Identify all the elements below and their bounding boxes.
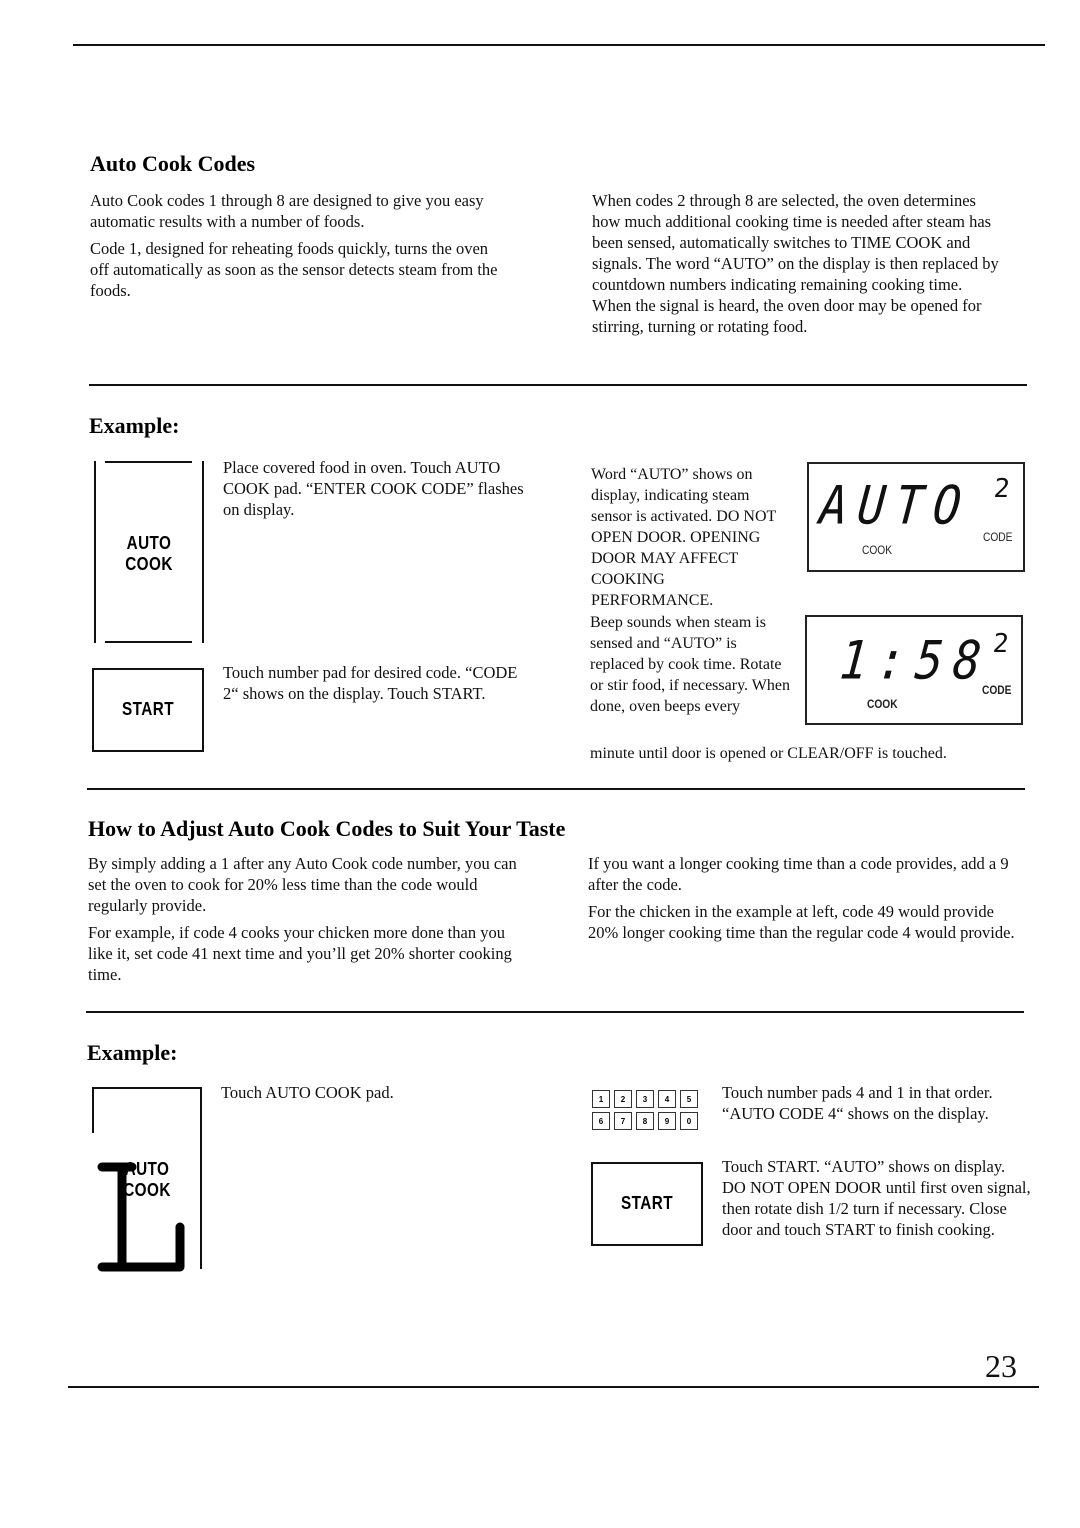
display-code-digit: 2 [991, 629, 1011, 659]
auto-cook-codes-left-column: Auto Cook codes 1 through 8 are designed… [90, 190, 510, 301]
display-code-label: CODE [982, 683, 1012, 697]
section-divider [89, 384, 1027, 386]
auto-cook-pad[interactable]: AUTO COOK [92, 1087, 202, 1272]
paragraph: For the chicken in the example at left, … [588, 902, 1015, 942]
number-key[interactable]: 2 [614, 1090, 632, 1108]
pad-label-line: COOK [125, 554, 173, 574]
start-pad-label: START [620, 1193, 673, 1213]
example1-step2-text: Touch number pad for desired code. “CODE… [223, 663, 518, 703]
number-key[interactable]: 8 [636, 1112, 654, 1130]
display-code-digit: 2 [992, 474, 1012, 504]
adjust-heading: How to Adjust Auto Cook Codes to Suit Yo… [88, 816, 566, 841]
finger-press-icon [97, 1162, 185, 1272]
example1-step4-text: Beep sounds when steam is sensed and “AU… [590, 614, 790, 715]
number-key[interactable]: 0 [680, 1112, 698, 1130]
section-divider [86, 1011, 1024, 1013]
start-pad[interactable]: START [92, 668, 204, 752]
start-pad[interactable]: START [591, 1162, 703, 1246]
paragraph: Code 1, designed for reheating foods qui… [90, 239, 498, 300]
paragraph: Auto Cook codes 1 through 8 are designed… [90, 191, 484, 231]
example-heading: Example: [87, 1040, 178, 1065]
pad-border-right [202, 461, 204, 643]
example2-step1-text: Touch AUTO COOK pad. [221, 1083, 394, 1102]
start-pad-label: START [121, 699, 174, 719]
auto-cook-pad-label: AUTO COOK [102, 533, 196, 575]
example-heading: Example: [89, 413, 180, 438]
number-key[interactable]: 1 [592, 1090, 610, 1108]
example2-step3-text: Touch START. “AUTO” shows on display. DO… [722, 1157, 1031, 1239]
paragraph: For example, if code 4 cooks your chicke… [88, 923, 512, 984]
auto-cook-codes-heading: Auto Cook Codes [90, 151, 256, 176]
example1-step1-text: Place covered food in oven. Touch AUTO C… [223, 458, 524, 519]
number-key[interactable]: 7 [614, 1112, 632, 1130]
adjust-right-column: If you want a longer cooking time than a… [588, 853, 1028, 943]
display-cook-label: COOK [862, 543, 893, 557]
paragraph: When codes 2 through 8 are selected, the… [592, 191, 999, 336]
example1-step4-text-tail: minute until door is opened or CLEAR/OFF… [590, 745, 947, 762]
pad-label-line: AUTO [126, 533, 172, 553]
paragraph: By simply adding a 1 after any Auto Cook… [88, 854, 517, 915]
display-main-text: 1:58 [837, 629, 994, 692]
page-number: 23 [985, 1348, 1017, 1384]
auto-cook-pad[interactable]: AUTO COOK [94, 461, 204, 643]
adjust-left-column: By simply adding a 1 after any Auto Cook… [88, 853, 528, 985]
example2-step2-text: Touch number pads 4 and 1 in that order.… [722, 1083, 993, 1123]
display-code-label: CODE [983, 530, 1013, 544]
pad-border-bottom [105, 641, 192, 643]
example1-step3-text: Word “AUTO” shows on display, indicating… [591, 466, 776, 609]
paragraph: If you want a longer cooking time than a… [588, 854, 1009, 894]
pad-border-top [105, 461, 192, 463]
oven-display-auto: AUTO 2 COOK CODE [807, 462, 1025, 572]
number-key[interactable]: 4 [658, 1090, 676, 1108]
number-pad-grid: 1 2 3 4 5 6 7 8 9 0 [592, 1090, 698, 1130]
auto-cook-codes-right-column: When codes 2 through 8 are selected, the… [592, 190, 1002, 337]
top-rule [73, 44, 1045, 46]
number-key[interactable]: 5 [680, 1090, 698, 1108]
number-key[interactable]: 9 [658, 1112, 676, 1130]
display-main-text: AUTO [817, 474, 974, 537]
section-divider [87, 788, 1025, 790]
pad-border-left [94, 461, 96, 643]
oven-display-cook-time: 1:58 2 COOK CODE [805, 615, 1023, 725]
number-key[interactable]: 3 [636, 1090, 654, 1108]
number-key[interactable]: 6 [592, 1112, 610, 1130]
bottom-rule [68, 1386, 1039, 1388]
display-cook-label: COOK [867, 697, 898, 711]
